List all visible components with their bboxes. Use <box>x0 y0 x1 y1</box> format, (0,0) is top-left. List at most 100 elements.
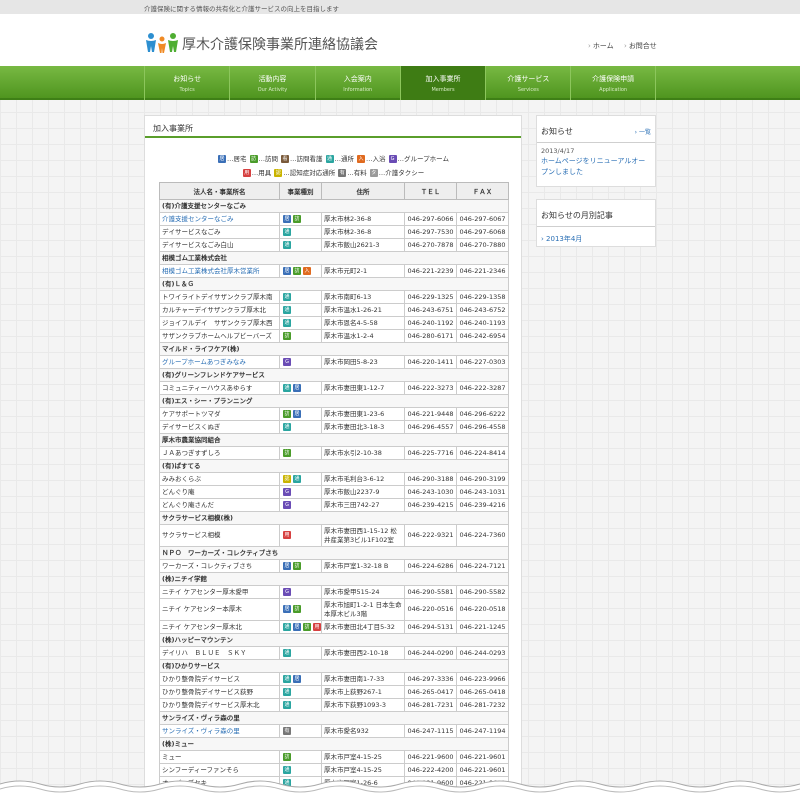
nav-sublabel: Application <box>599 87 628 93</box>
news-more-link[interactable]: › 一覧 <box>635 127 651 136</box>
group-name: (有)介護支援センターなごみ <box>159 199 509 213</box>
table-row: デイサービスなごみ白山通 厚木市飯山2621-3 046-270-7878 046-2… <box>159 238 509 252</box>
legend-badge: 看 <box>281 155 290 163</box>
office-tel: 046-265-0417 <box>404 685 457 699</box>
group-row: サクラサービス相模(株) <box>159 511 509 525</box>
service-badge: 訪 <box>283 332 291 340</box>
table-row: カルチャーデイサザンクラブ厚木北通厚木市温水1-26-21 046-243-675… <box>159 303 509 317</box>
office-address: 厚木市戸室4-15-25 <box>321 750 405 764</box>
office-tel: 046-294-5131 <box>404 620 457 634</box>
group-row: 相模ゴム工業株式会社 <box>159 251 509 265</box>
legend-badge: 居 <box>218 155 227 163</box>
site-title[interactable]: 厚木介護保険事業所連絡協議会 <box>182 34 378 54</box>
site-header: 厚木介護保険事業所連絡協議会 › ホーム › お問合せ <box>0 14 800 66</box>
archive-item[interactable]: › 2013年4月 <box>537 227 655 251</box>
service-badge: G <box>283 358 291 366</box>
office-name: トワイライトデイサザンクラブ厚木南 <box>159 290 280 304</box>
service-badge: 通 <box>283 649 291 657</box>
legend-label: …用具 <box>251 169 272 177</box>
service-types: 居訪 <box>279 212 322 226</box>
nav-application[interactable]: 介護保険申請 Application <box>570 66 656 100</box>
office-tel: 046-222-3273 <box>404 381 457 395</box>
office-name[interactable]: 介護支援センターなごみ <box>159 212 280 226</box>
office-address: 厚木市林2-36-8 <box>321 225 405 239</box>
office-name[interactable]: 相模ゴム工業株式会社厚木営業所 <box>159 264 280 278</box>
office-name: ひかり整骨院デイサービス荻野 <box>159 685 280 699</box>
member-table: 法人名・事業所名 事業種別 住所 ＴＥＬ ＦＡＸ (有)介護支援センターなごみ介… <box>159 182 509 800</box>
contact-link-label: お問合せ <box>628 42 657 50</box>
service-types: 居訪 <box>279 598 322 621</box>
group-row: マイルド・ライフケア(株) <box>159 342 509 356</box>
archive-widget: お知らせの月別記事 › 2013年4月 <box>536 199 656 247</box>
office-name: コミュニティーハウスあゆらす <box>159 381 280 395</box>
office-name: ニチイ ケアセンター厚木愛甲 <box>159 585 280 599</box>
legend-row-2: 用 …用具認 …認知症対応通所有 …有料タ …介護タクシー <box>145 167 521 177</box>
office-tel: 046-290-5581 <box>404 585 457 599</box>
service-badge: 訪 <box>293 267 301 275</box>
office-address: 厚木市毛利台3-6-12 <box>321 472 405 486</box>
nav-sublabel: Services <box>517 87 539 93</box>
office-tel: 046-297-3336 <box>404 672 457 686</box>
people-logo-icon[interactable] <box>144 30 180 56</box>
group-row: (株)ニチイ学館 <box>159 572 509 586</box>
office-name: ニチイ ケアセンター本厚木 <box>159 598 280 621</box>
nav-label: 介護サービス <box>507 75 550 83</box>
office-name[interactable]: グループホームあつぎみなみ <box>159 355 280 369</box>
office-address: 厚木市妻田西1-15-12 松井産業第3ビル1F102室 <box>321 524 405 547</box>
nav-sublabel: Topics <box>179 87 195 93</box>
group-name: (有)グリーンフレンドケアサービス <box>159 368 509 382</box>
service-types: G <box>279 485 322 499</box>
table-row: 介護支援センターなごみ居訪厚木市林2-36-8 046-297-6066 046-2… <box>159 212 509 226</box>
office-name: どんぐり庵さんだ <box>159 498 280 512</box>
office-address: 厚木市温水1-2-4 <box>321 329 405 343</box>
group-row: (株)ミュー <box>159 737 509 751</box>
office-address: 厚木市岡田5-8-23 <box>321 355 405 369</box>
office-fax: 046-220-0518 <box>456 598 509 621</box>
news-item-link[interactable]: ホームページをリニューアルオープンしました <box>537 155 655 179</box>
office-tel: 046-239-4215 <box>404 498 457 512</box>
service-types: 通 <box>279 238 322 252</box>
office-tel: 046-240-1192 <box>404 316 457 330</box>
office-fax: 046-297-6067 <box>456 212 509 226</box>
service-types: 通居 <box>279 381 322 395</box>
nav-members[interactable]: 加入事業所 Members <box>399 66 486 100</box>
col-header-type: 事業種別 <box>279 182 322 200</box>
service-types: 訪居 <box>279 407 322 421</box>
service-badge: 用 <box>283 531 291 539</box>
table-row: ひかり整骨院デイサービス荻野通 厚木市上荻野267-1 046-265-0417 04… <box>159 685 509 699</box>
legend-item: 有 …有料 <box>337 167 367 177</box>
table-row: シンフーディーファンそら通 厚木市戸室4-15-25 046-222-4200 046… <box>159 763 509 777</box>
service-badge: 通 <box>283 423 291 431</box>
service-badge: 通 <box>283 701 291 709</box>
office-fax: 046-222-3287 <box>456 381 509 395</box>
office-address: 厚木市妻田北4丁目5-32 <box>321 620 405 634</box>
legend-item: G …グループホーム <box>388 153 449 163</box>
legend-label: …入浴 <box>366 155 386 163</box>
office-tel: 046-270-7878 <box>404 238 457 252</box>
table-row: デイリハ ＢＬＵＥ ＳＫＹ 通 厚木市妻田西2-10-18 046-244-0290 0… <box>159 646 509 660</box>
nav-label: 介護保険申請 <box>592 75 635 83</box>
office-tel: 046-221-9600 <box>404 750 457 764</box>
office-fax: 046-227-0303 <box>456 355 509 369</box>
office-address: 厚木市南町6-13 <box>321 290 405 304</box>
page-title: 加入事業所 <box>153 124 193 133</box>
office-tel: 046-222-4200 <box>404 763 457 777</box>
nav-topics[interactable]: お知らせ Topics <box>144 66 229 100</box>
office-name: ジョイフルデイ サザンクラブ厚木西 <box>159 316 280 330</box>
nav-services[interactable]: 介護サービス Services <box>485 66 570 100</box>
nav-information[interactable]: 入会案内 Information <box>314 66 400 100</box>
service-badge: 通 <box>283 228 291 236</box>
legend-item: 認 …認知症対応通所 <box>273 167 335 177</box>
home-link[interactable]: › ホーム <box>588 41 614 51</box>
office-fax: 046-224-7121 <box>456 559 509 573</box>
office-name[interactable]: サンライズ・ヴィラ森の里 <box>159 724 280 738</box>
office-tel: 046-225-7716 <box>404 446 457 460</box>
group-name: (株)ニチイ学館 <box>159 572 509 586</box>
col-header-address: 住所 <box>321 182 405 200</box>
group-name: 厚木市農業協同組合 <box>159 433 509 447</box>
contact-link[interactable]: › お問合せ <box>624 41 657 51</box>
table-row: ニチイ ケアセンター厚木愛甲 G 厚木市愛甲515-24 046-290-5581 04… <box>159 585 509 599</box>
service-badge: 居 <box>283 267 291 275</box>
nav-activity[interactable]: 活動内容 Our Activity <box>229 66 314 100</box>
office-tel: 046-224-6286 <box>404 559 457 573</box>
